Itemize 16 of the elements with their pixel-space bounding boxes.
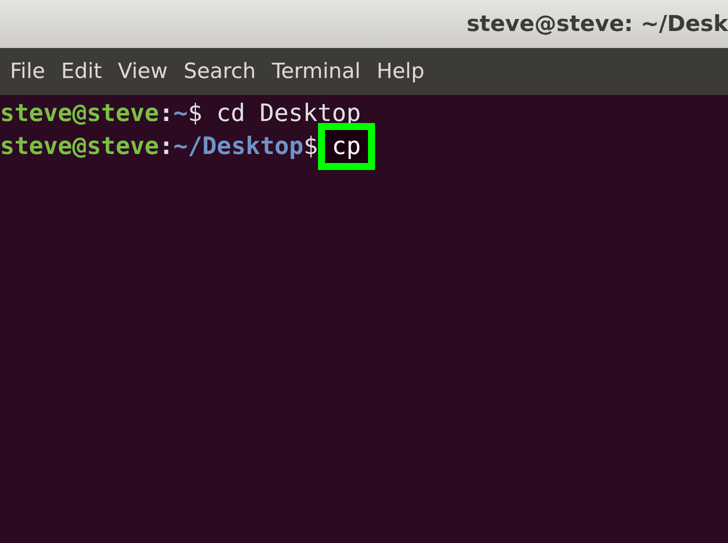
menu-item[interactable]: Edit — [61, 56, 102, 88]
window-title: steve@steve: ~/Desk — [466, 10, 728, 38]
prompt-path: ~ — [173, 98, 188, 129]
menu-item[interactable]: Search — [184, 56, 256, 88]
menu-item[interactable]: File — [10, 56, 46, 88]
menu-item[interactable]: Help — [376, 56, 424, 88]
menu-item[interactable]: View — [118, 56, 168, 88]
prompt-path: ~/Desktop — [173, 131, 304, 162]
prompt-symbol: $ — [303, 131, 318, 162]
prompt-symbol: $ — [188, 98, 202, 129]
highlighted-command: cp — [318, 123, 375, 170]
prompt-user: steve@steve — [0, 131, 159, 162]
prompt-separator: : — [158, 98, 174, 129]
prompt-user: steve@steve — [0, 98, 159, 129]
menu-item[interactable]: Terminal — [272, 56, 361, 88]
prompt-separator: : — [158, 131, 174, 162]
